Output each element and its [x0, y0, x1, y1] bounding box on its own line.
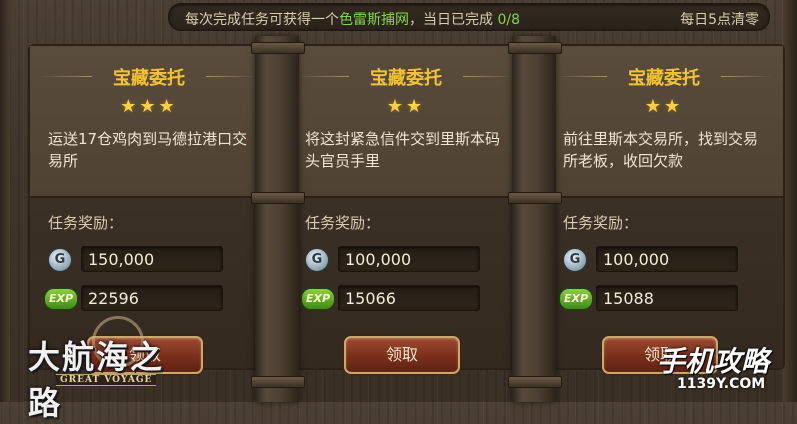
exp-reward-value: 22596: [81, 285, 223, 311]
quest-title: 宝藏委托: [113, 68, 185, 89]
quest-card-3: 宝藏委托 ★★ 前往里斯本交易所，找到交易所老板，收回欠款 任务奖励： G 10…: [545, 46, 783, 374]
reward-label: 任务奖励：: [48, 214, 124, 232]
game-logo: 大航海之路 GREAT VOYAGE: [20, 316, 190, 422]
reward-item-name: 色雷斯捕网: [339, 12, 409, 28]
quest-description: 运送17仓鸡肉到马德拉港口交易所: [48, 130, 248, 170]
exp-icon: EXP: [44, 288, 78, 310]
progress-middle: ，当日已完成: [409, 12, 493, 28]
quest-card-2: 宝藏委托 ★★ 将这封紧急信件交到里斯本码头官员手里 任务奖励： G 100,0…: [287, 46, 525, 374]
claim-button[interactable]: 领取: [344, 336, 460, 374]
coin-reward-row: G 150,000: [48, 246, 234, 272]
watermark-main: 手机攻略: [657, 345, 770, 378]
coin-reward-row: G 100,000: [563, 246, 749, 272]
exp-reward-row: EXP 22596: [44, 285, 234, 311]
daily-progress-bar: 每次完成任务可获得一个色雷斯捕网，当日已完成 0/8 每日5点清零: [168, 3, 770, 31]
exp-reward-value: 15066: [338, 285, 480, 311]
silver-coin-icon: G: [305, 248, 329, 272]
silver-coin-icon: G: [48, 248, 72, 272]
exp-reward-value: 15088: [596, 285, 738, 311]
coin-reward-row: G 100,000: [305, 246, 491, 272]
wooden-post-right: [508, 36, 562, 402]
progress-count: 0/8: [497, 12, 520, 28]
coin-reward-value: 100,000: [596, 246, 738, 272]
star-rating: ★★★: [120, 96, 178, 117]
reward-label: 任务奖励：: [563, 214, 639, 232]
progress-prefix: 每次完成任务可获得一个: [185, 12, 339, 28]
left-wooden-frame: [0, 0, 10, 402]
site-watermark: 手机攻略 1139Y.COM: [657, 340, 787, 398]
quest-title: 宝藏委托: [370, 68, 442, 89]
wooden-post-left: [251, 36, 305, 402]
quest-card-1: 宝藏委托 ★★★ 运送17仓鸡肉到马德拉港口交易所 任务奖励： G 150,00…: [30, 46, 268, 374]
star-rating: ★★: [644, 96, 684, 117]
silver-coin-icon: G: [563, 248, 587, 272]
reset-note: 每日5点清零: [680, 12, 759, 28]
exp-icon: EXP: [301, 288, 335, 310]
reward-label: 任务奖励：: [305, 214, 381, 232]
quest-title: 宝藏委托: [628, 68, 700, 89]
exp-icon: EXP: [559, 288, 593, 310]
game-logo-subtitle: GREAT VOYAGE: [56, 374, 157, 386]
coin-reward-value: 100,000: [338, 246, 480, 272]
coin-reward-value: 150,000: [81, 246, 223, 272]
star-rating: ★★: [386, 96, 426, 117]
daily-progress-text: 每次完成任务可获得一个色雷斯捕网，当日已完成 0/8: [185, 9, 520, 29]
exp-reward-row: EXP 15088: [559, 285, 749, 311]
watermark-url: 1139Y.COM: [677, 376, 766, 392]
quest-description: 将这封紧急信件交到里斯本码头官员手里: [305, 130, 501, 170]
exp-reward-row: EXP 15066: [301, 285, 491, 311]
quest-description: 前往里斯本交易所，找到交易所老板，收回欠款: [563, 130, 759, 170]
